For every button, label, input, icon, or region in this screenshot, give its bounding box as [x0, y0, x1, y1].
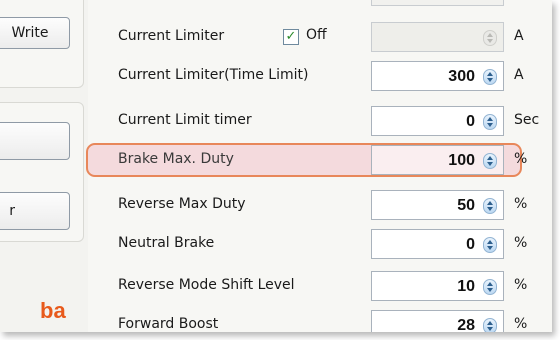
spinner-value: 0	[466, 113, 475, 130]
reverse-max-duty-unit: %	[514, 196, 528, 212]
spinner-value: 50	[457, 197, 475, 214]
spin-arrows-icon[interactable]	[483, 114, 497, 130]
neutral-brake-spinner[interactable]: 0	[371, 229, 504, 259]
forward-boost-spinner[interactable]: 28	[371, 310, 504, 332]
current-limit-timer-unit: Sec	[514, 112, 540, 128]
spinner-value: 28	[457, 317, 475, 332]
settings-window: Write r ba Current Limiter ✓ Off A Curre…	[0, 0, 552, 332]
spin-arrows-icon[interactable]	[483, 237, 497, 253]
spin-arrows-icon[interactable]	[483, 198, 497, 214]
off-checkbox-label: Off	[306, 27, 327, 43]
spinner-value: 0	[466, 236, 475, 253]
current-limiter-label: Current Limiter	[118, 28, 225, 44]
brake-max-duty-spinner[interactable]: 100	[371, 145, 504, 175]
reverse-mode-shift-level-label: Reverse Mode Shift Level	[118, 277, 295, 293]
forward-boost-label: Forward Boost	[118, 316, 219, 332]
neutral-brake-label: Neutral Brake	[118, 235, 215, 251]
neutral-brake-unit: %	[514, 235, 528, 251]
current-limiter-spinner[interactable]	[371, 22, 504, 52]
current-limiter-time-limit-label: Current Limiter(Time Limit)	[118, 67, 309, 83]
spinner-value: 10	[457, 278, 475, 295]
current-limiter-time-limit-unit: A	[514, 67, 524, 83]
reverse-max-duty-spinner[interactable]: 50	[371, 190, 504, 220]
check-icon[interactable]: ✓	[283, 29, 299, 45]
previous-field-edge	[371, 0, 504, 6]
brake-max-duty-label: Brake Max. Duty	[118, 151, 234, 167]
write-button[interactable]: Write	[0, 17, 70, 49]
spin-arrows-icon[interactable]	[483, 69, 497, 85]
brake-max-duty-unit: %	[514, 151, 528, 167]
reverse-mode-shift-level-spinner[interactable]: 10	[371, 271, 504, 301]
brand-logo: ba	[40, 298, 66, 323]
spinner-value: 300	[448, 68, 475, 85]
reverse-mode-shift-level-unit: %	[514, 277, 528, 293]
spinner-value: 100	[448, 152, 475, 169]
current-limit-timer-spinner[interactable]: 0	[371, 106, 504, 136]
current-limit-timer-label: Current Limit timer	[118, 112, 252, 128]
forward-boost-unit: %	[514, 316, 528, 332]
spin-arrows-icon[interactable]	[483, 318, 497, 332]
action-button-2[interactable]: r	[0, 192, 70, 230]
spin-arrows-icon[interactable]	[483, 30, 497, 46]
action-button-1[interactable]	[0, 122, 70, 160]
reverse-max-duty-label: Reverse Max Duty	[118, 196, 246, 212]
spin-arrows-icon[interactable]	[483, 279, 497, 295]
current-limiter-time-limit-spinner[interactable]: 300	[371, 61, 504, 91]
spin-arrows-icon[interactable]	[483, 153, 497, 169]
current-limiter-unit: A	[514, 28, 524, 44]
left-panel: Write r ba	[0, 0, 88, 332]
